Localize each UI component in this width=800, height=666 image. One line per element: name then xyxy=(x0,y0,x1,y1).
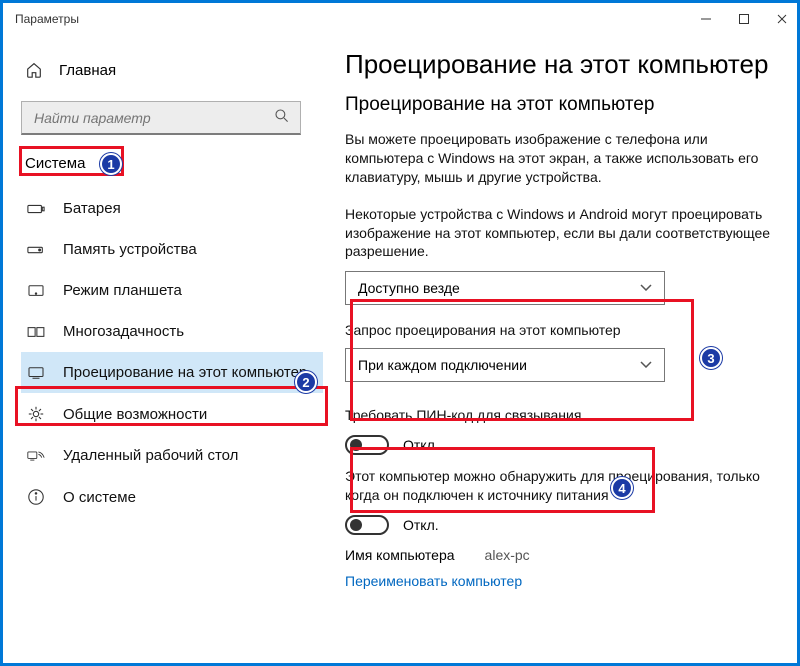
sidebar-item-remote-desktop[interactable]: Удаленный рабочий стол xyxy=(21,435,323,476)
home-icon xyxy=(25,61,43,79)
maximize-button[interactable] xyxy=(737,12,751,26)
pin-toggle[interactable] xyxy=(345,435,389,455)
sidebar-item-projecting[interactable]: Проецирование на этот компьютер xyxy=(21,352,323,393)
multitasking-icon xyxy=(27,325,45,339)
sidebar-item-label: Батарея xyxy=(63,200,121,217)
chevron-down-icon xyxy=(640,359,652,371)
chevron-down-icon xyxy=(640,282,652,294)
sidebar-item-multitasking[interactable]: Многозадачность xyxy=(21,311,323,352)
power-toggle-state: Откл. xyxy=(403,517,439,533)
availability-select-value: Доступно везде xyxy=(358,280,460,296)
battery-icon xyxy=(27,203,45,215)
remote-desktop-icon xyxy=(27,449,45,463)
power-description: Этот компьютер можно обнаружить для прое… xyxy=(345,467,773,505)
search-input[interactable] xyxy=(32,109,274,127)
main-content: Проецирование на этот компьютер Проециро… xyxy=(333,35,797,663)
availability-select[interactable]: Доступно везде xyxy=(345,271,665,305)
window-controls xyxy=(699,12,789,26)
tablet-icon xyxy=(27,284,45,298)
sidebar-item-label: Проецирование на этот компьютер xyxy=(63,364,307,381)
pc-name-value: alex-pc xyxy=(485,547,530,563)
sidebar-item-label: Память устройства xyxy=(63,241,197,258)
sidebar-item-label: Многозадачность xyxy=(63,323,184,340)
sidebar: Главная Система Батарея xyxy=(3,35,333,663)
search-input-container[interactable] xyxy=(21,101,301,135)
titlebar: Параметры xyxy=(3,3,797,35)
window-title: Параметры xyxy=(15,12,79,26)
sidebar-item-label: Удаленный рабочий стол xyxy=(63,447,238,464)
sidebar-item-tablet[interactable]: Режим планшета xyxy=(21,270,323,311)
power-toggle[interactable] xyxy=(345,515,389,535)
sidebar-item-shared[interactable]: Общие возможности xyxy=(21,393,323,435)
info-icon xyxy=(27,488,45,506)
description-2: Некоторые устройства с Windows и Android… xyxy=(345,205,773,262)
ask-projection-select-value: При каждом подключении xyxy=(358,357,527,373)
ask-projection-select[interactable]: При каждом подключении xyxy=(345,348,665,382)
close-button[interactable] xyxy=(775,12,789,26)
sidebar-item-battery[interactable]: Батарея xyxy=(21,188,323,229)
description-1: Вы можете проецировать изображение с тел… xyxy=(345,130,773,187)
projecting-icon xyxy=(27,366,45,380)
ask-projection-label: Запрос проецирования на этот компьютер xyxy=(345,321,773,340)
rename-pc-link[interactable]: Переименовать компьютер xyxy=(345,573,522,589)
minimize-button[interactable] xyxy=(699,12,713,26)
page-title: Проецирование на этот компьютер xyxy=(345,49,773,80)
storage-icon xyxy=(27,243,45,257)
category-label: Система xyxy=(25,155,85,172)
home-label: Главная xyxy=(59,62,116,79)
section-title: Проецирование на этот компьютер xyxy=(345,94,773,116)
sidebar-item-storage[interactable]: Память устройства xyxy=(21,229,323,270)
pin-toggle-state: Откл. xyxy=(403,437,439,453)
shared-experiences-icon xyxy=(27,405,45,423)
home-link[interactable]: Главная xyxy=(21,53,323,87)
search-icon xyxy=(274,108,290,127)
category-system[interactable]: Система xyxy=(21,149,95,178)
sidebar-item-label: О системе xyxy=(63,489,136,506)
sidebar-item-label: Режим планшета xyxy=(63,282,182,299)
sidebar-item-about[interactable]: О системе xyxy=(21,476,323,518)
sidebar-item-label: Общие возможности xyxy=(63,406,207,423)
pc-name-label: Имя компьютера xyxy=(345,547,455,563)
nav-list: Батарея Память устройства Режим планшета xyxy=(21,188,323,518)
pin-label: Требовать ПИН-код для связывания xyxy=(345,406,773,425)
